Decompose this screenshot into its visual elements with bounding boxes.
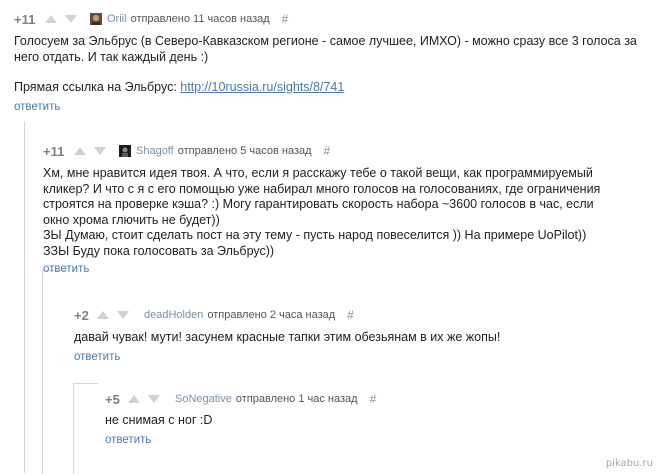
thread-line-level-2: [42, 270, 67, 474]
comment-body: давай чувак! мути! засунем красные тапки…: [74, 330, 644, 346]
vote-down-icon[interactable]: [93, 146, 109, 156]
comment-header: +11 Shagoff отправлено 5 часов назад #: [43, 143, 643, 159]
vote-up-icon[interactable]: [44, 14, 60, 24]
vote-up-icon[interactable]: [127, 394, 143, 404]
comment-time: отправлено 11 часов назад: [130, 13, 270, 25]
elbrus-link[interactable]: http://10russia.ru/sights/8/741: [180, 80, 344, 94]
avatar[interactable]: [119, 145, 131, 157]
comment-line: Хм, мне нравится идея твоя. А что, если …: [43, 166, 593, 180]
avatar[interactable]: [90, 13, 102, 25]
comment-time: отправлено 2 часа назад: [207, 309, 336, 321]
comment-body: Голосуем за Эльбрус (в Северо-Кавказском…: [14, 34, 654, 96]
comment-header: +2 deadHolden отправлено 2 часа назад #: [74, 307, 644, 323]
comment-3: +2 deadHolden отправлено 2 часа назад # …: [74, 307, 644, 363]
vote-up-icon[interactable]: [73, 146, 89, 156]
comment-rating: +5: [105, 391, 120, 407]
comment-body: не снимая с ног :D: [105, 413, 645, 429]
comment-1: +11 Oriil отправлено 11 часов назад # Го…: [14, 11, 654, 113]
comment-body: Хм, мне нравится идея твоя. А что, если …: [43, 166, 643, 259]
comment-author[interactable]: deadHolden: [144, 309, 203, 321]
vote-up-icon[interactable]: [96, 310, 112, 320]
comment-author[interactable]: Shagoff: [136, 145, 174, 157]
comment-4: +5 SoNegative отправлено 1 час назад # н…: [105, 391, 645, 446]
comment-author[interactable]: Oriil: [107, 13, 127, 25]
reply-button[interactable]: ответить: [14, 101, 654, 113]
comment-rating: +11: [14, 11, 36, 27]
comment-line: него отдать. И так каждый день :): [14, 49, 209, 64]
comment-line: не снимая с ног :D: [105, 413, 213, 427]
comment-time: отправлено 1 час назад: [235, 393, 358, 405]
comment-line: окно хрома глючить не будет)): [43, 212, 220, 227]
comment-link-line: Прямая ссылка на Эльбрус: http://10russi…: [14, 80, 654, 96]
vote-down-icon[interactable]: [116, 310, 132, 320]
comment-line: кликер? И что с я с его помощью уже наби…: [43, 181, 601, 196]
vote-down-icon[interactable]: [64, 14, 80, 24]
thread-line-level-1: [24, 122, 35, 473]
reply-button[interactable]: ответить: [74, 351, 644, 363]
watermark: pikabu.ru: [605, 458, 653, 469]
comment-2: +11 Shagoff отправлено 5 часов назад # Х…: [43, 143, 643, 276]
comment-line: Голосуем за Эльбрус (в Северо-Кавказском…: [14, 34, 637, 48]
comment-line: давай чувак! мути! засунем красные тапки…: [74, 330, 501, 344]
reply-button[interactable]: ответить: [43, 263, 643, 275]
comment-time: отправлено 5 часов назад: [177, 145, 312, 157]
comment-permalink[interactable]: #: [347, 308, 354, 322]
comment-rating: +11: [43, 143, 65, 159]
comment-permalink[interactable]: #: [282, 12, 289, 26]
comment-line: строятся на проверке кэша? :) Могу гаран…: [43, 197, 594, 211]
comment-header: +5 SoNegative отправлено 1 час назад #: [105, 391, 645, 407]
reply-button[interactable]: ответить: [105, 434, 645, 446]
thread-line-level-3: [73, 383, 98, 474]
comment-rating: +2: [74, 307, 89, 323]
link-prefix: Прямая ссылка на Эльбрус:: [14, 80, 181, 94]
comment-line: ЗЫ Думаю, стоит сделать пост на эту тему…: [43, 228, 587, 242]
comment-permalink[interactable]: #: [370, 392, 377, 406]
comment-header: +11 Oriil отправлено 11 часов назад #: [14, 11, 654, 27]
comment-permalink[interactable]: #: [324, 144, 331, 158]
comment-line: ЗЗЫ Буду пока голосовать за Эльбрус)): [43, 243, 275, 258]
comment-author[interactable]: SoNegative: [175, 393, 232, 405]
vote-down-icon[interactable]: [147, 394, 163, 404]
